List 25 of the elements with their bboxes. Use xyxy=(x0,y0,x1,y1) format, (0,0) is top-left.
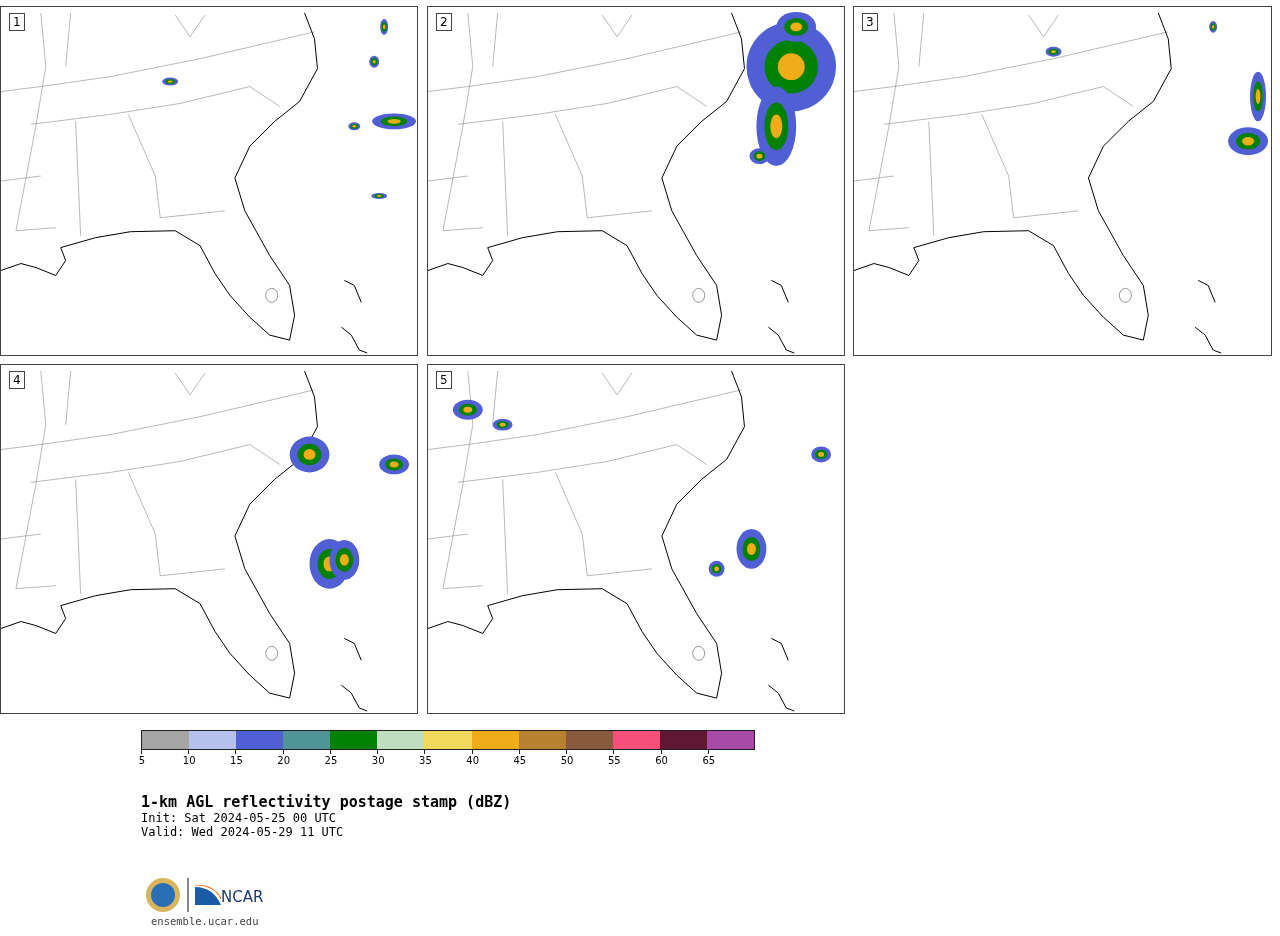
plot-title: 1-km AGL reflectivity postage stamp (dBZ) xyxy=(141,793,513,811)
website-url: ensemble.ucar.edu xyxy=(151,915,260,927)
scale-tick-label: 5 xyxy=(138,755,146,766)
seal-logo-icon xyxy=(145,877,181,913)
scale-tick-label: 10 xyxy=(182,755,196,766)
panel-number: 1 xyxy=(9,13,25,31)
scale-tick-label: 65 xyxy=(702,755,716,766)
scale-tick-label: 40 xyxy=(466,755,479,766)
scale-tick-label: 25 xyxy=(324,755,338,766)
swoosh-logo-icon xyxy=(195,885,221,905)
panel-number: 2 xyxy=(436,13,452,31)
scale-tick-label: 30 xyxy=(371,755,385,766)
logo-text: NCAR xyxy=(221,889,264,905)
panel-number: 5 xyxy=(436,371,452,389)
scale-tick-label: 45 xyxy=(513,755,527,766)
panel-number: 4 xyxy=(9,371,25,389)
scale-tick-label: 55 xyxy=(608,755,621,766)
scale-tick-label: 20 xyxy=(277,755,291,766)
scale-tick-label: 35 xyxy=(419,755,432,766)
scale-tick-label: 15 xyxy=(230,755,243,766)
scale-tick-label: 50 xyxy=(560,755,574,766)
valid-time: Valid: Wed 2024-05-29 11 UTC xyxy=(141,825,345,839)
panel-number: 3 xyxy=(862,13,878,31)
scale-tick-label: 60 xyxy=(655,755,668,766)
init-time: Init: Sat 2024-05-25 00 UTC xyxy=(141,811,338,825)
